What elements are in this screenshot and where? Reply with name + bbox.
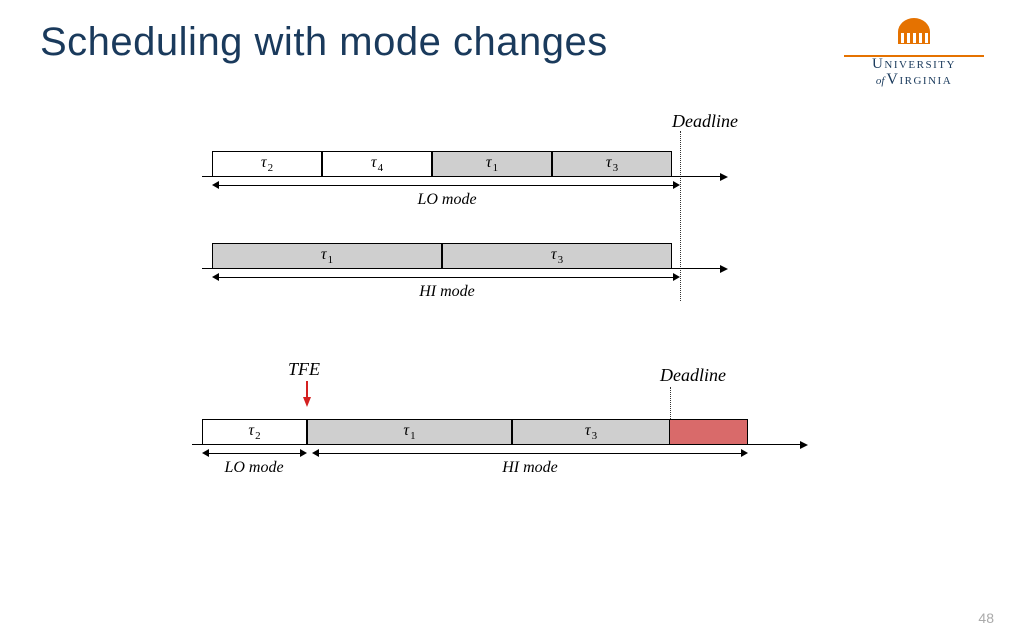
brace-lo: LO mode (202, 179, 702, 209)
task-tau3: τ3 (552, 151, 672, 177)
timeline-mixed: τ2 τ1 τ3 (192, 411, 782, 445)
task-tau1: τ1 (432, 151, 552, 177)
deadline-label-2: Deadline (660, 365, 726, 386)
tfe-arrow-head (303, 397, 311, 407)
task-tau1-mix: τ1 (307, 419, 512, 445)
task-tau2-mix: τ2 (202, 419, 307, 445)
task-tau3-mix: τ3 (512, 419, 670, 445)
brace-mix: LO mode HI mode (192, 447, 782, 477)
tfe-label: TFE (288, 359, 320, 380)
logo-of: of (876, 76, 885, 87)
brace-lo-label: LO mode (417, 191, 476, 209)
brace-hi-label: HI mode (419, 283, 475, 301)
diagram-block-bottom: TFE Deadline τ2 τ1 τ3 LO mode (192, 375, 832, 505)
logo-virginia: Virginia (886, 71, 952, 88)
slide: Scheduling with mode changes University … (0, 0, 1024, 640)
timeline-lo: τ2 τ4 τ1 τ3 (202, 143, 702, 177)
rotunda-icon (892, 18, 936, 46)
diagram-block-top: Deadline τ2 τ4 τ1 τ3 LO mode (202, 125, 822, 315)
deadline-label: Deadline (672, 111, 738, 132)
task-tau3-overflow (670, 419, 748, 445)
diagrams-area: Deadline τ2 τ4 τ1 τ3 LO mode (40, 125, 984, 505)
task-tau2: τ2 (212, 151, 322, 177)
page-title: Scheduling with mode changes (40, 20, 984, 65)
brace-mix-lo-label: LO mode (224, 459, 283, 477)
timeline-hi: τ1 τ3 (202, 235, 702, 269)
uva-logo: University ofVirginia (844, 18, 984, 88)
page-number: 48 (978, 610, 994, 626)
task-tau4: τ4 (322, 151, 432, 177)
brace-mix-hi-label: HI mode (502, 459, 558, 477)
task-tau1-hi: τ1 (212, 243, 442, 269)
logo-university: University (844, 57, 984, 72)
brace-hi: HI mode (202, 271, 702, 301)
task-tau3-hi: τ3 (442, 243, 672, 269)
